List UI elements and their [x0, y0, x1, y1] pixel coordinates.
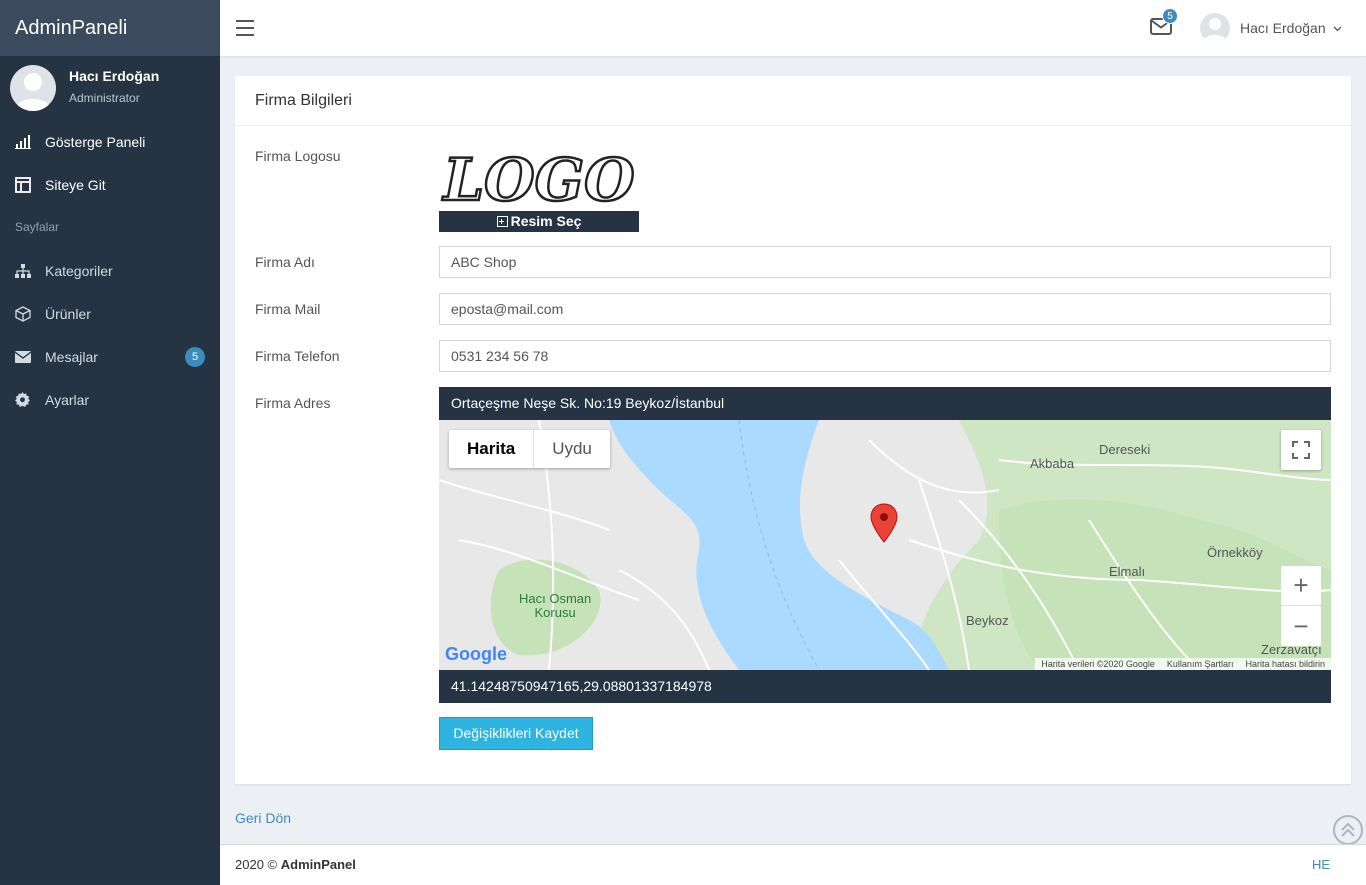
map-place-beykoz: Beykoz	[966, 613, 1009, 628]
sidebar-item-dashboard[interactable]: Gösterge Paneli	[0, 120, 220, 163]
bar-chart-icon	[0, 134, 45, 149]
chevron-down-icon	[1333, 26, 1341, 32]
map-attribution: Harita verileri ©2020 Google Kullanım Şa…	[1035, 658, 1331, 670]
brand-logo[interactable]: AdminPaneli	[0, 0, 220, 56]
sidebar-item-label: Ürünler	[45, 305, 91, 322]
company-mail-label: Firma Mail	[255, 301, 321, 317]
menu-toggle-icon[interactable]	[236, 20, 254, 36]
zoom-out-button[interactable]: −	[1281, 606, 1321, 646]
topbar-user-name: Hacı Erdoğan	[1240, 20, 1326, 36]
save-changes-button[interactable]: Değişiklikleri Kaydet	[439, 717, 593, 750]
user-role: Administrator	[69, 91, 140, 105]
map-type-map-button[interactable]: Harita	[449, 430, 535, 468]
map-place-haci-osman: Hacı Osman Korusu	[519, 591, 592, 620]
map-place-elmali: Elmalı	[1109, 564, 1146, 579]
sidebar-item-categories[interactable]: Kategoriler	[0, 249, 220, 292]
scroll-to-top-icon[interactable]	[1333, 815, 1363, 845]
company-name-input[interactable]: ABC Shop	[439, 246, 1331, 278]
logo-label: Firma Logosu	[255, 148, 341, 164]
logo-text: LOGO	[441, 146, 635, 208]
sidebar-item-products[interactable]: Ürünler	[0, 292, 220, 335]
envelope-icon	[0, 350, 45, 363]
map-type-satellite-button[interactable]: Uydu	[534, 430, 610, 468]
coordinates-input[interactable]: 41.14248750947165,29.08801337184978	[439, 670, 1331, 703]
sidebar-item-go-to-site[interactable]: Siteye Git	[0, 163, 220, 206]
company-address-input[interactable]: Ortaçeşme Neşe Sk. No:19 Beykoz/İstanbul	[439, 387, 1331, 420]
company-info-box: Firma Bilgileri Firma Logosu LOGO Resim …	[235, 76, 1351, 784]
top-navbar: 5 Hacı Erdoğan	[220, 0, 1366, 56]
footer-year: 2020 ©	[235, 857, 278, 872]
map-report-link[interactable]: Harita hatası bildirin	[1245, 659, 1325, 669]
layout-icon	[0, 176, 45, 193]
user-menu-toggle[interactable]: Hacı Erdoğan	[1240, 20, 1342, 36]
back-link[interactable]: Geri Dön	[235, 810, 291, 826]
google-map[interactable]: Akbaba Dereseki Örnekköy Elmalı Beykoz Z…	[439, 420, 1331, 670]
footer-right-link[interactable]: HE	[1312, 845, 1330, 885]
logo-image: LOGO	[440, 145, 636, 216]
company-phone-label: Firma Telefon	[255, 348, 340, 364]
footer: 2020 © AdminPanel HE	[220, 844, 1366, 885]
sidebar-item-messages[interactable]: Mesajlar 5	[0, 335, 220, 378]
sidebar-item-label: Gösterge Paneli	[45, 133, 146, 150]
user-name: Hacı Erdoğan	[69, 68, 160, 84]
sidebar-nav: Gösterge Paneli Siteye Git Sayfalar Kate…	[0, 120, 220, 421]
company-mail-input[interactable]: eposta@mail.com	[439, 293, 1331, 325]
company-phone-input[interactable]: 0531 234 56 78	[439, 340, 1331, 372]
company-name-label: Firma Adı	[255, 254, 315, 270]
choose-image-label: Resim Seç	[510, 213, 582, 229]
fullscreen-icon[interactable]	[1281, 430, 1321, 470]
map-place-dereseki: Dereseki	[1099, 442, 1151, 457]
map-place-akbaba: Akbaba	[1030, 456, 1075, 471]
map-place-ornekkoy: Örnekköy	[1207, 545, 1263, 560]
company-address-label: Firma Adres	[255, 395, 331, 411]
mail-count-badge: 5	[1162, 8, 1178, 24]
zoom-in-button[interactable]: +	[1281, 566, 1321, 606]
sidebar-item-label: Siteye Git	[45, 176, 106, 193]
page-title: Firma Bilgileri	[235, 76, 1351, 126]
sidebar-item-label: Kategoriler	[45, 262, 113, 279]
topbar-avatar[interactable]	[1200, 13, 1230, 43]
choose-image-button[interactable]: Resim Seç	[439, 211, 639, 232]
sidebar-item-label: Ayarlar	[45, 391, 90, 408]
logo-preview: LOGO Resim Seç	[439, 145, 639, 232]
cube-icon	[0, 305, 45, 322]
map-type-control: Harita Uydu	[449, 430, 610, 468]
gear-icon	[0, 392, 45, 407]
sitemap-icon	[0, 263, 45, 278]
sidebar: AdminPaneli Hacı Erdoğan Administrator G…	[0, 0, 220, 885]
user-avatar	[10, 65, 56, 111]
sidebar-item-label: Mesajlar	[45, 348, 98, 365]
map-data-credit: Harita verileri ©2020 Google	[1041, 659, 1155, 669]
plus-square-icon	[496, 216, 508, 227]
footer-brand: AdminPanel	[280, 857, 356, 872]
messages-count-badge: 5	[185, 347, 205, 367]
user-panel: Hacı Erdoğan Administrator	[0, 56, 220, 120]
google-logo: Google	[445, 644, 507, 664]
sidebar-item-settings[interactable]: Ayarlar	[0, 378, 220, 421]
sidebar-section-header: Sayfalar	[15, 220, 60, 234]
map-terms-link[interactable]: Kullanım Şartları	[1167, 659, 1234, 669]
